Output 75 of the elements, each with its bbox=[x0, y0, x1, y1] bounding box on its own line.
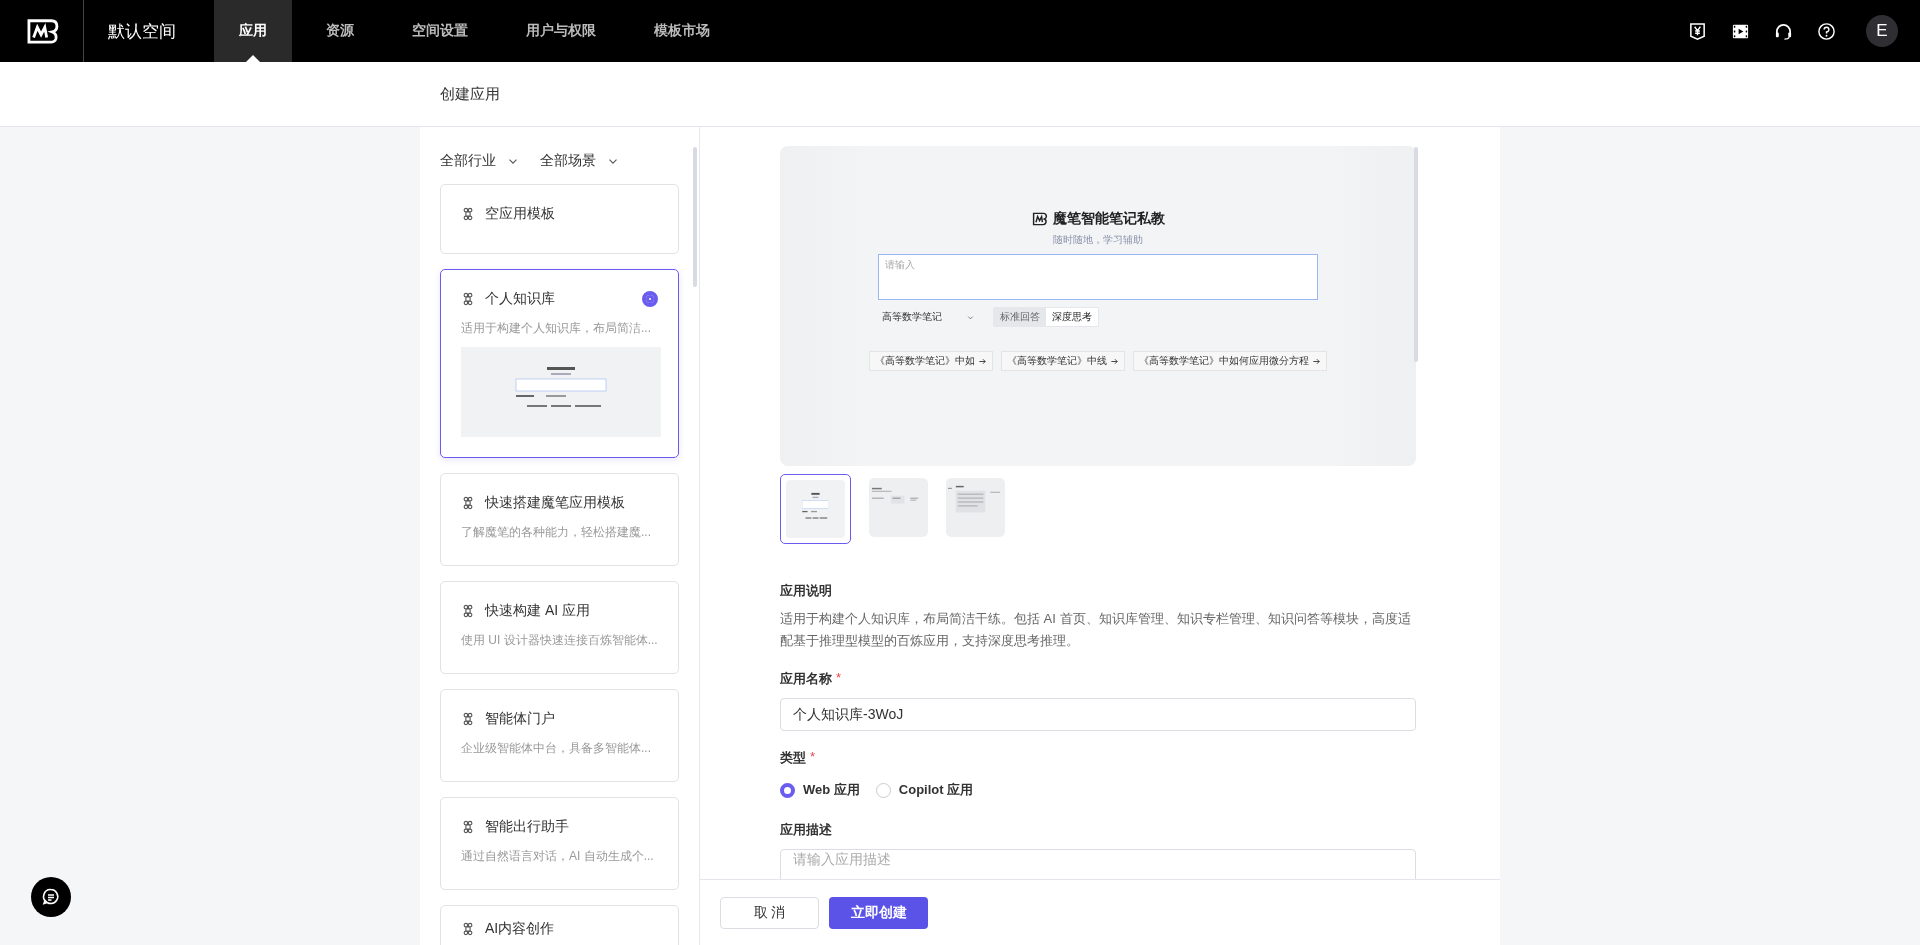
filter-dropdown[interactable]: 全部行业 bbox=[440, 152, 520, 170]
command-icon bbox=[461, 604, 475, 618]
screenshot-thumbnail[interactable] bbox=[780, 474, 851, 544]
card-title: 快速搭建魔笔应用模板 bbox=[485, 494, 625, 512]
template-card[interactable]: AI内容创作 bbox=[440, 905, 679, 945]
description-text: 适用于构建个人知识库，布局简洁干练。包括 AI 首页、知识库管理、知识专栏管理、知识问答等模块，高度适配基于推理型模型的百炼应用，支持深度思考推理。 bbox=[780, 610, 1412, 650]
command-icon bbox=[461, 292, 475, 306]
app-subtitle: 随时随地，学习辅助 bbox=[1053, 233, 1143, 247]
name-input-field[interactable]: 个人知识库-3WoJ bbox=[780, 698, 1416, 731]
cancel-button[interactable]: 取 消 bbox=[720, 896, 819, 929]
template-card[interactable]: 空应用模板 bbox=[440, 184, 679, 254]
nav-tab[interactable]: 空间设置 bbox=[388, 0, 492, 62]
nav-tab[interactable]: 应用 bbox=[214, 0, 292, 62]
workspace-name[interactable]: 默认空间 bbox=[108, 19, 176, 43]
type-radio[interactable]: Web 应用 bbox=[780, 781, 860, 799]
yen-icon[interactable] bbox=[1688, 21, 1707, 41]
card-title: 个人知识库 bbox=[485, 290, 555, 308]
arrow-icon bbox=[1110, 356, 1119, 366]
mode-tab[interactable]: 深度思考 bbox=[1046, 308, 1098, 326]
filter-dropdown[interactable]: 全部场景 bbox=[540, 152, 620, 170]
card-title: 快速构建 AI 应用 bbox=[485, 602, 590, 620]
card-description: 通过自然语言对话，AI 自动生成个... bbox=[461, 848, 655, 865]
card-title: 空应用模板 bbox=[485, 205, 555, 223]
suggestion-chip[interactable]: 《高等数学笔记》中如 bbox=[869, 351, 993, 371]
scrollbar[interactable] bbox=[693, 147, 697, 287]
field-label: 应用名称 bbox=[780, 670, 832, 688]
template-card[interactable]: 个人知识库 适用于构建个人知识库，布局简洁... bbox=[440, 269, 679, 458]
radio-button[interactable] bbox=[642, 291, 658, 307]
screenshot-thumbnail[interactable] bbox=[946, 478, 1005, 537]
description-input-field[interactable]: 请输入应用描述 bbox=[780, 849, 1416, 879]
list-page-drawing bbox=[869, 478, 928, 537]
field-label: 应用说明 bbox=[780, 582, 833, 600]
headset-icon[interactable] bbox=[1774, 21, 1793, 41]
document-page-drawing bbox=[946, 478, 1005, 537]
chat-button[interactable] bbox=[31, 877, 71, 917]
nav-tab[interactable]: 模板市场 bbox=[630, 0, 734, 62]
app-title: 魔笔智能笔记私教 bbox=[1052, 210, 1165, 228]
required-mark: * bbox=[836, 670, 842, 687]
card-description: 了解魔笔的各种能力，轻松搭建魔... bbox=[461, 524, 652, 541]
arrow-icon bbox=[1312, 356, 1321, 366]
nav-tab[interactable]: 资源 bbox=[302, 0, 378, 62]
template-card[interactable]: 快速构建 AI 应用 使用 UI 设计器快速连接百炼智能体... bbox=[440, 581, 679, 674]
card-description: 使用 UI 设计器快速连接百炼智能体... bbox=[461, 632, 658, 649]
card-description: 适用于构建个人知识库，布局简洁... bbox=[461, 320, 652, 337]
field-label: 类型 bbox=[780, 749, 806, 767]
nav-tab[interactable]: 用户与权限 bbox=[502, 0, 620, 62]
command-icon bbox=[461, 820, 475, 834]
field-label: 应用描述 bbox=[780, 821, 833, 839]
template-card[interactable]: 智能体门户 企业级智能体中台，具备多智能体... bbox=[440, 689, 679, 782]
card-description: 企业级智能体中台，具备多智能体... bbox=[461, 740, 652, 757]
chat-icon bbox=[41, 887, 61, 907]
template-card[interactable]: 快速搭建魔笔应用模板 了解魔笔的各种能力，轻松搭建魔... bbox=[440, 473, 679, 566]
create-button[interactable]: 立即创建 bbox=[829, 896, 928, 929]
logo-icon bbox=[1031, 211, 1048, 227]
suggestion-chip[interactable]: 《高等数学笔记》中线 bbox=[1001, 351, 1125, 371]
type-radio[interactable]: Copilot 应用 bbox=[875, 781, 974, 799]
template-card[interactable]: 智能出行助手 通过自然语言对话，AI 自动生成个... bbox=[440, 797, 679, 890]
card-title: 智能体门户 bbox=[485, 710, 555, 728]
card-title: AI内容创作 bbox=[485, 920, 555, 938]
help-icon[interactable] bbox=[1817, 21, 1836, 41]
mode-tab[interactable]: 标准回答 bbox=[994, 308, 1046, 326]
command-icon bbox=[461, 207, 475, 221]
card-title: 智能出行助手 bbox=[485, 818, 569, 836]
command-icon bbox=[461, 922, 475, 936]
suggestion-chip[interactable]: 《高等数学笔记》中如何应用微分方程 bbox=[1133, 351, 1327, 371]
required-mark: * bbox=[810, 749, 816, 766]
user-avatar[interactable]: E bbox=[1866, 15, 1898, 47]
command-icon bbox=[461, 712, 475, 726]
placeholder-text: 请输入 bbox=[885, 258, 916, 272]
notebook-dropdown[interactable]: 高等数学笔记 bbox=[878, 310, 979, 324]
app-thumbnail-drawing bbox=[786, 480, 845, 538]
page-title: 创建应用 bbox=[440, 84, 500, 104]
screenshot-thumbnail[interactable] bbox=[869, 478, 928, 537]
arrow-icon bbox=[978, 356, 987, 366]
command-icon bbox=[461, 496, 475, 510]
